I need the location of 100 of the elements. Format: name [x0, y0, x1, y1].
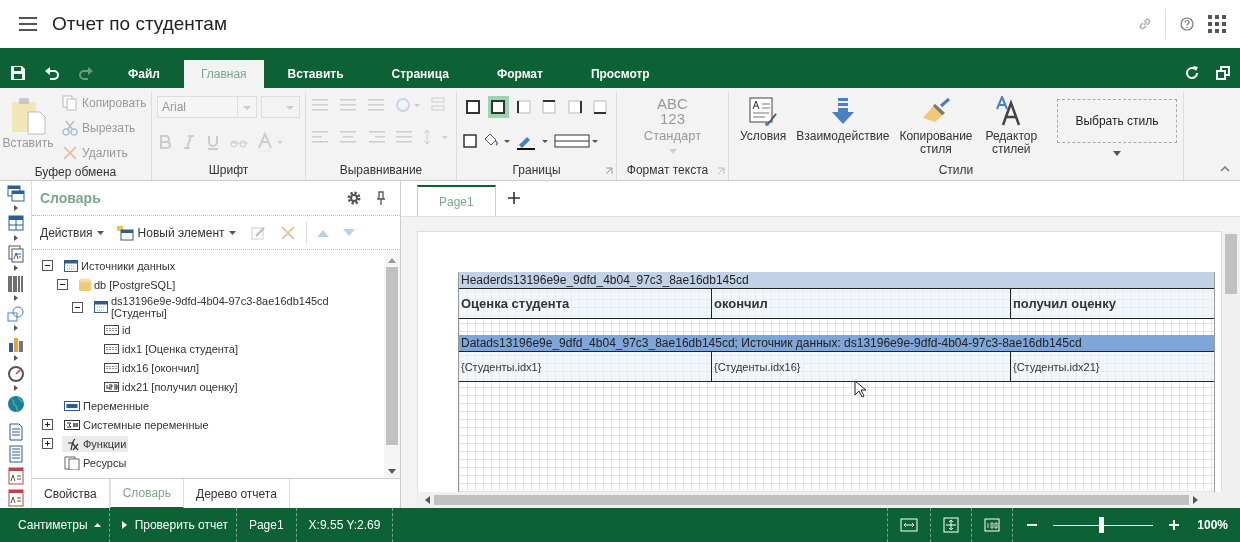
ribbon-tab[interactable]: Формат	[472, 60, 567, 88]
tree-item[interactable]: Ресурсы	[62, 454, 129, 471]
band-header: Datads13196e9e_9dfd_4b04_97c3_8ae16db145cd; Источник данных: ds13196e9e-9dfd-4b04-97c3-8ae16db145cd	[459, 335, 1214, 351]
restore-window-icon[interactable]	[1216, 66, 1230, 80]
collapse-icon[interactable]	[42, 260, 53, 271]
scroll-up-icon	[388, 258, 396, 263]
group-title: Границы	[511, 162, 562, 179]
band-icon[interactable]	[6, 185, 25, 203]
tree-item[interactable]: Системные переменные	[62, 417, 211, 432]
barcode-icon[interactable]	[6, 275, 25, 293]
group-title: Формат текста	[625, 162, 710, 179]
actual-size-icon[interactable]	[984, 518, 1001, 532]
menu-icon[interactable]	[19, 17, 37, 31]
expand-arrow-icon[interactable]	[13, 355, 18, 361]
border-button[interactable]	[487, 96, 509, 118]
panel-title: Словарь	[40, 190, 101, 206]
report-header-cell: Оценка студента	[459, 288, 711, 319]
scroll-right-icon	[1193, 496, 1198, 504]
report-data-field: {Студенты.idx16}	[711, 351, 1010, 382]
form-icon[interactable]	[6, 489, 25, 507]
tree-item[interactable]: Функции	[62, 435, 129, 452]
right-border-icon	[566, 99, 583, 115]
tree-item[interactable]: idx21 [получил оценку]	[102, 379, 240, 394]
tree-item[interactable]: id	[102, 322, 133, 337]
database-icon	[79, 277, 91, 292]
collapse-icon[interactable]	[72, 301, 83, 313]
report-data-field: {Студенты.idx1}	[459, 351, 711, 382]
variable-icon	[64, 400, 80, 411]
bottom-border-icon	[592, 99, 609, 115]
globe-icon[interactable]	[6, 395, 25, 413]
gauge-icon[interactable]	[6, 365, 25, 383]
tree-item[interactable]: ds13196e9e-9dfd-4b04-97c3-8ae16db145cd [Студенты]	[92, 294, 363, 320]
form-icon[interactable]	[6, 467, 25, 485]
expand-icon[interactable]	[42, 438, 53, 449]
expand-arrow-icon[interactable]	[13, 295, 18, 301]
style-selector[interactable]: Выбрать стиль	[1057, 99, 1177, 143]
ribbon-tab[interactable]: Файл	[104, 60, 184, 88]
ribbon-button[interactable]: Условия	[735, 96, 792, 143]
collapse-icon[interactable]	[57, 279, 68, 290]
expand-arrow-icon[interactable]	[13, 265, 18, 271]
tree-item[interactable]: idx16 [окончил]	[102, 360, 201, 375]
zoom-percent: 100%	[1197, 518, 1228, 532]
zoom-in-icon[interactable]	[1169, 520, 1180, 530]
collapse-ribbon-icon[interactable]	[1220, 166, 1230, 172]
left-border-icon	[515, 99, 532, 115]
apps-grid-icon[interactable]	[1208, 15, 1226, 33]
fit-height-icon[interactable]	[943, 517, 960, 533]
scrollbar[interactable]	[384, 250, 400, 478]
expand-corner-icon[interactable]	[605, 167, 613, 175]
page-title: Отчет по студентам	[52, 13, 227, 35]
tree-item[interactable]: Переменные	[62, 398, 152, 413]
ribbon-tab[interactable]: Страница	[367, 60, 473, 88]
undo-icon[interactable]	[44, 65, 60, 81]
new-item-menu[interactable]: Новый элемент	[115, 224, 236, 241]
no-border-icon[interactable]	[462, 133, 478, 149]
document-icon	[64, 455, 80, 470]
caret-icon[interactable]	[1113, 151, 1121, 156]
expand-arrow-icon[interactable]	[13, 205, 18, 211]
check-report-button[interactable]: Проверить отчет	[109, 508, 237, 542]
text-box-icon[interactable]	[6, 245, 25, 263]
expand-arrow-icon[interactable]	[13, 325, 18, 331]
ribbon-button[interactable]: Взаимодействие	[791, 96, 895, 143]
refresh-icon[interactable]	[1184, 65, 1200, 81]
ribbon-tab[interactable]: Просмотр	[566, 60, 674, 88]
tree-item[interactable]: db [PostgreSQL]	[77, 276, 178, 293]
zoom-slider[interactable]	[1099, 516, 1105, 533]
fit-width-icon[interactable]	[900, 518, 919, 532]
tree-item[interactable]: Источники данных	[62, 258, 178, 273]
tree-item[interactable]: idx1 [Оценка студента]	[102, 341, 240, 356]
group-title: Стили	[937, 162, 975, 179]
help-icon[interactable]	[1180, 17, 1194, 31]
save-icon[interactable]	[10, 65, 26, 81]
caret-icon	[96, 230, 104, 235]
expand-arrow-icon[interactable]	[13, 385, 18, 391]
scissors-icon	[62, 120, 78, 136]
copy-icon	[62, 95, 78, 111]
ribbon-tab[interactable]: Вставить	[263, 60, 368, 88]
cross-icon	[62, 145, 78, 161]
table-icon	[64, 259, 78, 272]
new-item-icon	[115, 224, 134, 241]
bar-chart-icon[interactable]	[6, 335, 25, 353]
pin-icon[interactable]	[376, 191, 386, 205]
ribbon-button[interactable]: Копирование стиля	[894, 96, 978, 156]
document-brush-icon	[748, 96, 779, 126]
clipboard-icon	[10, 96, 46, 136]
font-size-field[interactable]	[261, 96, 300, 118]
expand-arrow-icon[interactable]	[13, 235, 18, 241]
text-field-icon	[104, 324, 119, 335]
ribbon-button[interactable]: Редактор стилей	[977, 96, 1045, 156]
current-page: Page1	[236, 508, 297, 542]
mouse-cursor-icon	[854, 380, 866, 398]
add-page-icon[interactable]	[507, 192, 520, 204]
units-menu[interactable]: Сантиметры	[0, 508, 110, 542]
scroll-down-icon	[388, 469, 396, 474]
expand-icon[interactable]	[42, 419, 53, 430]
group-title: Выравнивание	[338, 162, 424, 179]
settings-icon[interactable]	[346, 190, 362, 206]
group-title: Шрифт	[207, 162, 250, 179]
actions-menu[interactable]: Действия	[40, 225, 104, 240]
table-icon[interactable]	[6, 215, 25, 233]
